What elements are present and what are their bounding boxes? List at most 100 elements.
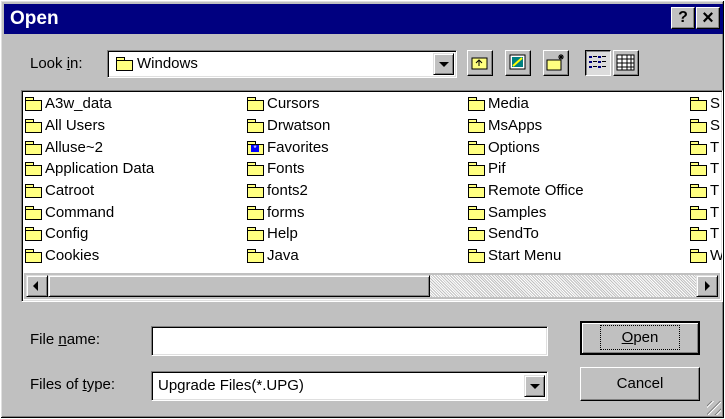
- folder-icon: [247, 162, 264, 177]
- look-in-label: Look in:: [30, 55, 83, 72]
- file-list-item[interactable]: Help: [247, 223, 330, 245]
- file-list-item[interactable]: Pif: [468, 158, 584, 180]
- open-button[interactable]: Open: [580, 321, 700, 355]
- folder-icon: [25, 97, 42, 112]
- file-list-item[interactable]: Cookies: [25, 245, 154, 267]
- open-dialog: Open ? × Look in: Windows A3w_data All Us…: [0, 0, 725, 419]
- folder-icon: [690, 184, 707, 199]
- file-type-label: Files of type:: [30, 376, 116, 393]
- scroll-track[interactable]: [48, 275, 696, 297]
- folder-icon: [25, 140, 42, 155]
- file-type-combo[interactable]: Upgrade Files(*.UPG): [151, 371, 548, 401]
- scroll-right-button[interactable]: [696, 275, 718, 297]
- look-in-dropdown-button[interactable]: [433, 53, 454, 75]
- file-list-item-label: A3w_data: [45, 95, 112, 113]
- file-list-item-label: Alluse~2: [45, 138, 103, 156]
- file-list-item-label: T: [710, 225, 720, 243]
- horizontal-scrollbar[interactable]: [24, 273, 720, 299]
- file-list-item[interactable]: MsApps: [468, 115, 584, 137]
- file-list-item[interactable]: Command: [25, 201, 154, 223]
- list-view-button[interactable]: [585, 50, 611, 76]
- folder-icon: [690, 97, 707, 112]
- file-list[interactable]: A3w_data All Users Alluse~2 Application Dat…: [21, 90, 723, 302]
- folder-icon: [247, 184, 264, 199]
- look-in-combo[interactable]: Windows: [107, 50, 457, 78]
- scroll-left-button[interactable]: [26, 275, 48, 297]
- help-button[interactable]: ?: [671, 7, 695, 29]
- file-list-item[interactable]: Media: [468, 93, 584, 115]
- file-list-item-label: forms: [267, 203, 305, 221]
- file-list-item[interactable]: Samples: [468, 201, 584, 223]
- file-list-item[interactable]: T: [690, 223, 722, 245]
- file-list-item-label: Pif: [488, 160, 506, 178]
- file-name-input[interactable]: [151, 326, 548, 356]
- cancel-button[interactable]: Cancel: [580, 367, 700, 401]
- file-list-item[interactable]: Fonts: [247, 158, 330, 180]
- file-list-item[interactable]: Config: [25, 223, 154, 245]
- scroll-thumb[interactable]: [48, 275, 430, 297]
- desktop-button[interactable]: [505, 50, 531, 76]
- file-list-item[interactable]: SendTo: [468, 223, 584, 245]
- folder-icon: [690, 119, 707, 134]
- file-list-item-label: Fonts: [267, 160, 305, 178]
- file-list-item[interactable]: S: [690, 93, 722, 115]
- file-list-item-label: SendTo: [488, 225, 539, 243]
- file-list-item[interactable]: Cursors: [247, 93, 330, 115]
- file-list-item[interactable]: A3w_data: [25, 93, 154, 115]
- folder-icon: [247, 119, 264, 134]
- file-type-dropdown-button[interactable]: [524, 375, 545, 397]
- folder-icon: [25, 249, 42, 264]
- file-list-item[interactable]: T: [690, 201, 722, 223]
- folder-icon: [468, 140, 485, 155]
- details-view-button[interactable]: [613, 50, 639, 76]
- details-view-icon: [616, 54, 635, 71]
- folder-icon: [468, 227, 485, 242]
- file-list-item[interactable]: Alluse~2: [25, 136, 154, 158]
- file-list-item[interactable]: All Users: [25, 115, 154, 137]
- file-list-item-label: Help: [267, 225, 298, 243]
- file-list-item[interactable]: Drwatson: [247, 115, 330, 137]
- file-list-item-label: Command: [45, 203, 115, 221]
- close-button[interactable]: ×: [696, 7, 720, 29]
- file-list-item[interactable]: W: [690, 245, 722, 267]
- file-list-item[interactable]: Remote Office: [468, 180, 584, 202]
- folder-icon: [468, 205, 485, 220]
- file-list-item[interactable]: Start Menu: [468, 245, 584, 267]
- favorites-folder-icon: *: [247, 140, 264, 155]
- file-list-item[interactable]: T: [690, 180, 722, 202]
- file-list-item-label: Favorites: [267, 138, 329, 156]
- file-list-item[interactable]: T: [690, 158, 722, 180]
- file-list-item[interactable]: Java: [247, 245, 330, 267]
- file-list-item-label: Remote Office: [488, 182, 584, 200]
- file-list-item-label: T: [710, 203, 720, 221]
- folder-icon: [247, 227, 264, 242]
- folder-icon: [25, 227, 42, 242]
- new-folder-button[interactable]: [543, 50, 569, 76]
- file-list-item-label: Cookies: [45, 247, 100, 265]
- file-list-item[interactable]: S: [690, 115, 722, 137]
- folder-icon: [690, 162, 707, 177]
- folder-icon: [468, 249, 485, 264]
- file-list-item-label: Java: [267, 247, 299, 265]
- up-folder-button[interactable]: [467, 50, 493, 76]
- folder-icon: [468, 97, 485, 112]
- title-bar[interactable]: Open ? ×: [4, 4, 723, 34]
- resize-grip[interactable]: [707, 401, 721, 415]
- file-list-item[interactable]: forms: [247, 201, 330, 223]
- file-list-item[interactable]: T: [690, 136, 722, 158]
- desktop-icon: [509, 54, 526, 70]
- file-list-item[interactable]: Options: [468, 136, 584, 158]
- file-list-item-label: Catroot: [45, 182, 95, 200]
- folder-icon: [468, 162, 485, 177]
- folder-icon: [468, 184, 485, 199]
- folder-icon: [468, 119, 485, 134]
- file-list-items: A3w_data All Users Alluse~2 Application Dat…: [25, 93, 722, 273]
- folder-icon: [116, 57, 133, 71]
- folder-icon: [247, 97, 264, 112]
- file-list-item[interactable]: Application Data: [25, 158, 154, 180]
- file-list-item[interactable]: fonts2: [247, 180, 330, 202]
- file-list-item[interactable]: Catroot: [25, 180, 154, 202]
- file-list-item[interactable]: * Favorites: [247, 136, 330, 158]
- folder-icon: [247, 249, 264, 264]
- look-in-value: Windows: [137, 55, 198, 72]
